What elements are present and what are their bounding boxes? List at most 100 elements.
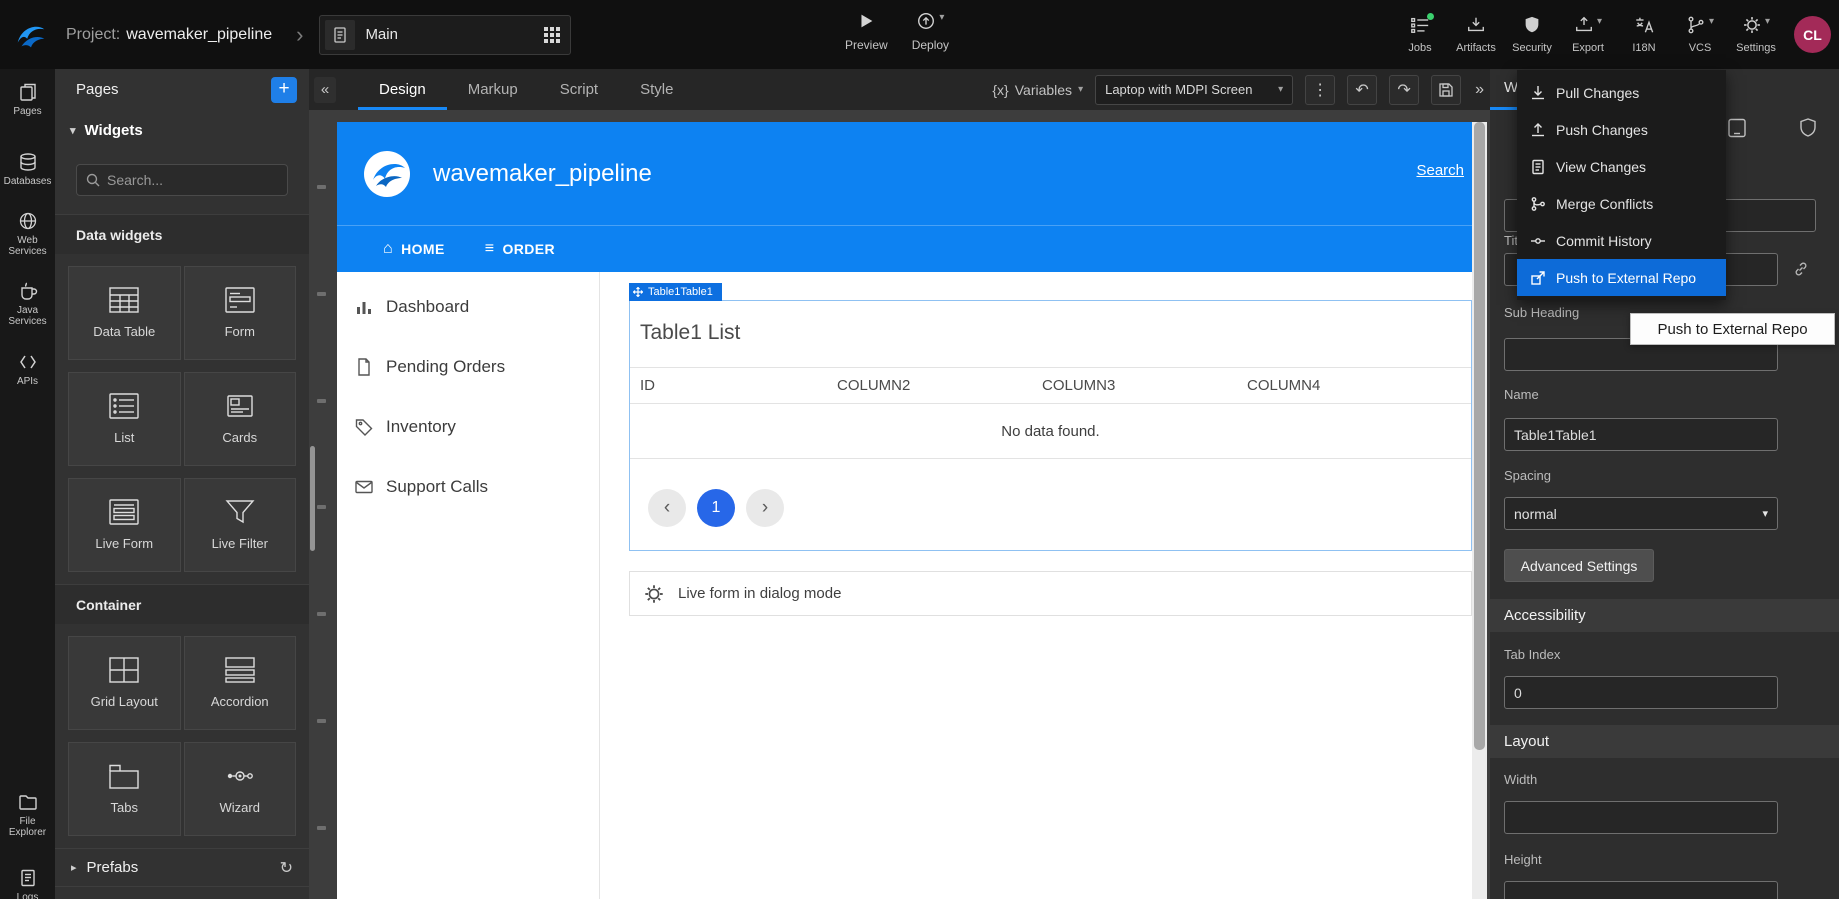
- spacing-select[interactable]: normal ▾: [1504, 497, 1778, 530]
- grid-layout-icon: [109, 657, 139, 683]
- wavemaker-logo-icon[interactable]: [12, 16, 50, 54]
- column-header[interactable]: COLUMN2: [827, 377, 1032, 394]
- artifacts-button[interactable]: Artifacts: [1448, 15, 1504, 54]
- widgets-section-toggle[interactable]: ▾ Widgets: [55, 110, 309, 150]
- preview-button[interactable]: Preview: [845, 11, 888, 52]
- width-input[interactable]: [1504, 801, 1778, 834]
- ruler-mark: [317, 185, 326, 189]
- tab-markup[interactable]: Markup: [447, 69, 539, 110]
- prev-page-button[interactable]: ‹: [648, 489, 686, 527]
- device-display-icon[interactable]: [1726, 117, 1748, 139]
- jobs-button[interactable]: Jobs: [1392, 15, 1448, 54]
- widget-tile-live-filter[interactable]: Live Filter: [184, 478, 297, 572]
- i18n-button[interactable]: I18N: [1616, 15, 1672, 54]
- page-selector[interactable]: Main: [319, 15, 571, 55]
- tab-style[interactable]: Style: [619, 69, 694, 110]
- data-table-widget[interactable]: Table1 List ID COLUMN2 COLUMN3 COLUMN4 N…: [629, 300, 1472, 551]
- save-button[interactable]: [1431, 75, 1461, 105]
- menu-item-pull-changes[interactable]: Pull Changes: [1517, 74, 1726, 111]
- widget-tile-form[interactable]: Form: [184, 266, 297, 360]
- variables-button[interactable]: {x} Variables ▾: [992, 82, 1083, 98]
- widget-tile-cards[interactable]: Cards: [184, 372, 297, 466]
- tab-script[interactable]: Script: [539, 69, 619, 110]
- menu-item-label: Push to External Repo: [1556, 270, 1696, 286]
- menu-item-pending-orders[interactable]: Pending Orders: [337, 337, 599, 397]
- prefabs-toggle[interactable]: ▸ Prefabs ↻: [55, 848, 309, 886]
- column-header[interactable]: COLUMN4: [1237, 377, 1471, 394]
- canvas-scrollbar[interactable]: [1472, 122, 1487, 899]
- column-header[interactable]: ID: [630, 377, 827, 394]
- rail-item-file-explorer[interactable]: File Explorer: [0, 792, 55, 838]
- rail-item-logs[interactable]: Logs: [0, 868, 55, 899]
- collapse-panel-icon[interactable]: «: [314, 77, 336, 103]
- tile-label: Grid Layout: [91, 694, 158, 709]
- menu-item-view-changes[interactable]: View Changes: [1517, 148, 1726, 185]
- page-structure-toggle[interactable]: ▸ Page Structure: [55, 886, 309, 899]
- height-input[interactable]: [1504, 881, 1778, 899]
- name-label: Name: [1504, 387, 1539, 402]
- security-button[interactable]: Security: [1504, 15, 1560, 54]
- refresh-icon[interactable]: ↻: [280, 858, 293, 878]
- column-header[interactable]: COLUMN3: [1032, 377, 1237, 394]
- settings-button[interactable]: ▾ Settings: [1728, 15, 1784, 54]
- widget-tag-label: Table1Table1: [648, 286, 713, 298]
- widget-tile-data-table[interactable]: Data Table: [68, 266, 181, 360]
- section-accessibility[interactable]: Accessibility: [1490, 599, 1839, 632]
- deploy-icon: [916, 11, 936, 31]
- current-page-button[interactable]: 1: [697, 489, 735, 527]
- menu-item-merge-conflicts[interactable]: Merge Conflicts: [1517, 185, 1726, 222]
- widget-tile-wizard[interactable]: Wizard: [184, 742, 297, 836]
- nav-item-order[interactable]: ≡ ORDER: [485, 240, 555, 258]
- bind-link-icon[interactable]: [1793, 261, 1809, 277]
- menu-item-support-calls[interactable]: Support Calls: [337, 457, 599, 517]
- vcs-button[interactable]: ▾ VCS: [1672, 15, 1728, 54]
- user-avatar[interactable]: CL: [1794, 16, 1831, 53]
- nav-item-home[interactable]: ⌂ HOME: [383, 240, 445, 258]
- tab-design[interactable]: Design: [358, 69, 447, 110]
- rail-item-web-services[interactable]: Web Services: [0, 211, 55, 257]
- page-grid-icon[interactable]: [542, 25, 562, 45]
- menu-label: Inventory: [386, 417, 456, 437]
- widget-tile-grid-layout[interactable]: Grid Layout: [68, 636, 181, 730]
- shield-icon[interactable]: [1797, 117, 1819, 139]
- widget-tile-tabs[interactable]: Tabs: [68, 742, 181, 836]
- name-input[interactable]: [1504, 418, 1778, 451]
- rail-item-java-services[interactable]: Java Services: [0, 281, 55, 327]
- add-page-button[interactable]: +: [271, 77, 297, 103]
- menu-item-inventory[interactable]: Inventory: [337, 397, 599, 457]
- device-selector[interactable]: Laptop with MDPI Screen ▾: [1095, 75, 1293, 105]
- app-title: wavemaker_pipeline: [433, 160, 652, 188]
- tile-label: Data Table: [93, 324, 155, 339]
- redo-button[interactable]: ↷: [1389, 75, 1419, 105]
- widget-tile-list[interactable]: List: [68, 372, 181, 466]
- advanced-settings-button[interactable]: Advanced Settings: [1504, 549, 1654, 582]
- tab-index-input[interactable]: [1504, 676, 1778, 709]
- document-icon: [354, 357, 374, 377]
- scrollbar-thumb[interactable]: [1474, 122, 1485, 750]
- next-page-button[interactable]: ›: [746, 489, 784, 527]
- design-canvas[interactable]: wavemaker_pipeline Search ⌂ HOME ≡ ORDER…: [337, 122, 1472, 899]
- panel-scrollbar[interactable]: [310, 446, 315, 551]
- export-button[interactable]: ▾ Export: [1560, 15, 1616, 54]
- widget-tile-accordion[interactable]: Accordion: [184, 636, 297, 730]
- menu-item-commit-history[interactable]: Commit History: [1517, 222, 1726, 259]
- expand-panel-icon[interactable]: »: [1475, 81, 1484, 99]
- app-search-link[interactable]: Search: [1416, 162, 1464, 179]
- search-input[interactable]: [107, 172, 278, 188]
- deploy-button[interactable]: ▾ Deploy: [912, 11, 949, 52]
- menu-item-dashboard[interactable]: Dashboard: [337, 277, 599, 337]
- tile-label: Form: [225, 324, 255, 339]
- menu-item-label: View Changes: [1556, 159, 1646, 175]
- more-options-button[interactable]: ⋮: [1305, 75, 1335, 105]
- menu-item-push-changes[interactable]: Push Changes: [1517, 111, 1726, 148]
- rail-item-databases[interactable]: Databases: [0, 152, 55, 187]
- rail-item-pages[interactable]: Pages: [0, 82, 55, 117]
- widget-tile-live-form[interactable]: Live Form: [68, 478, 181, 572]
- section-layout[interactable]: Layout: [1490, 725, 1839, 758]
- rail-item-apis[interactable]: APIs: [0, 352, 55, 387]
- app-header[interactable]: wavemaker_pipeline Search: [337, 122, 1472, 225]
- undo-button[interactable]: ↶: [1347, 75, 1377, 105]
- live-form-widget[interactable]: Live form in dialog mode: [629, 571, 1472, 616]
- menu-item-push-to-external-repo[interactable]: Push to External Repo: [1517, 259, 1726, 296]
- selected-widget-tag[interactable]: Table1Table1: [629, 283, 722, 301]
